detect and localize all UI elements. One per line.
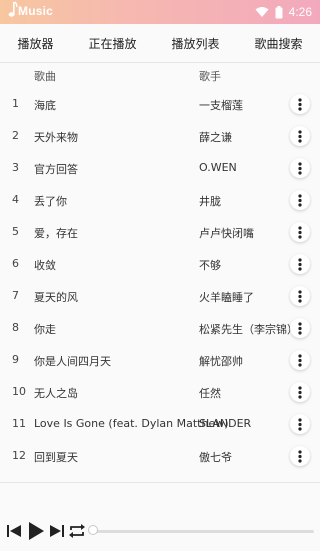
progress-track[interactable]: [94, 530, 314, 533]
more-options-button[interactable]: [290, 126, 310, 146]
song-artist: 不够: [199, 259, 221, 272]
song-artist: 松紧先生（李宗锦）: [199, 323, 298, 336]
song-number: 7: [12, 289, 19, 302]
player-bar: [0, 482, 320, 551]
more-options-button[interactable]: [290, 190, 310, 210]
app-title: Music: [18, 4, 54, 18]
more-options-button[interactable]: [290, 254, 310, 274]
song-number: 5: [12, 225, 19, 238]
song-row[interactable]: 5 爱，存在 卢卢快闭嘴: [0, 216, 320, 248]
skip-next-icon[interactable]: [49, 523, 65, 539]
song-title: 丢了你: [34, 195, 67, 208]
song-artist: 任然: [199, 387, 221, 400]
more-vert-icon: [298, 417, 302, 431]
more-vert-icon: [298, 353, 302, 367]
tab-bar: 播放器 正在播放 播放列表 歌曲搜索: [0, 24, 320, 63]
progress-slider-handle[interactable]: [88, 525, 98, 535]
skip-previous-icon[interactable]: [6, 523, 22, 539]
song-row[interactable]: 7 夏天的风 火羊瞌睡了: [0, 280, 320, 312]
status-bar: Music 4:26: [0, 0, 320, 24]
more-options-button[interactable]: [290, 414, 310, 434]
song-row[interactable]: 12 回到夏天 傲七爷: [0, 440, 320, 472]
song-title: 官方回答: [34, 163, 78, 176]
tab-playlist[interactable]: 播放列表: [167, 35, 223, 52]
song-artist: SLANDER: [199, 417, 252, 430]
song-number: 4: [12, 193, 19, 206]
song-row[interactable]: 1 海底 一支榴莲: [0, 88, 320, 120]
song-title: 海底: [34, 99, 56, 112]
song-title: 你走: [34, 323, 56, 336]
more-options-button[interactable]: [290, 94, 310, 114]
song-artist: 一支榴莲: [199, 99, 243, 112]
more-vert-icon: [298, 321, 302, 335]
song-row[interactable]: 8 你走 松紧先生（李宗锦）: [0, 312, 320, 344]
song-artist: 井胧: [199, 195, 221, 208]
more-options-button[interactable]: [290, 382, 310, 402]
song-title: 无人之岛: [34, 387, 78, 400]
more-vert-icon: [298, 385, 302, 399]
song-number: 9: [12, 353, 19, 366]
song-row[interactable]: 9 你是人间四月天 解忧邵帅: [0, 344, 320, 376]
tab-now-playing[interactable]: 正在播放: [84, 35, 140, 52]
song-number: 8: [12, 321, 19, 334]
song-title: 收敛: [34, 259, 56, 272]
song-title: 你是人间四月天: [34, 355, 111, 368]
song-artist: 薛之谦: [199, 131, 232, 144]
tab-song-search[interactable]: 歌曲搜索: [250, 35, 306, 52]
column-header-title: 歌曲: [34, 70, 56, 83]
more-options-button[interactable]: [290, 446, 310, 466]
more-vert-icon: [298, 161, 302, 175]
more-vert-icon: [298, 129, 302, 143]
more-vert-icon: [298, 289, 302, 303]
more-vert-icon: [298, 193, 302, 207]
play-icon[interactable]: [27, 521, 45, 541]
song-number: 6: [12, 257, 19, 270]
more-vert-icon: [298, 225, 302, 239]
more-options-button[interactable]: [290, 286, 310, 306]
song-row[interactable]: 10 无人之岛 任然: [0, 376, 320, 408]
tab-player[interactable]: 播放器: [13, 35, 57, 52]
song-row[interactable]: 11 Love Is Gone (feat. Dylan Matthew) SLAN…: [0, 408, 320, 440]
more-options-button[interactable]: [290, 222, 310, 242]
more-vert-icon: [298, 97, 302, 111]
music-note-icon: [8, 1, 18, 17]
status-time: 4:26: [288, 5, 312, 19]
song-number: 11: [12, 417, 26, 430]
song-row[interactable]: 6 收敛 不够: [0, 248, 320, 280]
more-vert-icon: [298, 449, 302, 463]
song-number: 12: [12, 449, 26, 462]
song-artist: O.WEN: [199, 161, 237, 174]
column-header-artist: 歌手: [199, 70, 221, 83]
song-number: 3: [12, 161, 19, 174]
song-title: 夏天的风: [34, 291, 78, 304]
song-title: 爱，存在: [34, 227, 78, 240]
song-number: 2: [12, 129, 19, 142]
song-row[interactable]: 2 天外来物 薛之谦: [0, 120, 320, 152]
more-vert-icon: [298, 257, 302, 271]
app-name: Music: [8, 1, 54, 18]
song-number: 1: [12, 97, 19, 110]
song-title: 天外来物: [34, 131, 78, 144]
song-artist: 傲七爷: [199, 451, 232, 464]
song-row[interactable]: 4 丢了你 井胧: [0, 184, 320, 216]
song-artist: 卢卢快闭嘴: [199, 227, 254, 240]
battery-icon: [275, 5, 283, 18]
song-artist: 火羊瞌睡了: [199, 291, 254, 304]
song-number: 10: [12, 385, 26, 398]
song-title: 回到夏天: [34, 451, 78, 464]
list-header: 歌曲 歌手: [0, 62, 320, 88]
wifi-icon: [255, 7, 269, 17]
song-row[interactable]: 3 官方回答 O.WEN: [0, 152, 320, 184]
more-options-button[interactable]: [290, 158, 310, 178]
repeat-icon[interactable]: [68, 523, 86, 539]
song-artist: 解忧邵帅: [199, 355, 243, 368]
more-options-button[interactable]: [290, 350, 310, 370]
more-options-button[interactable]: [290, 318, 310, 338]
